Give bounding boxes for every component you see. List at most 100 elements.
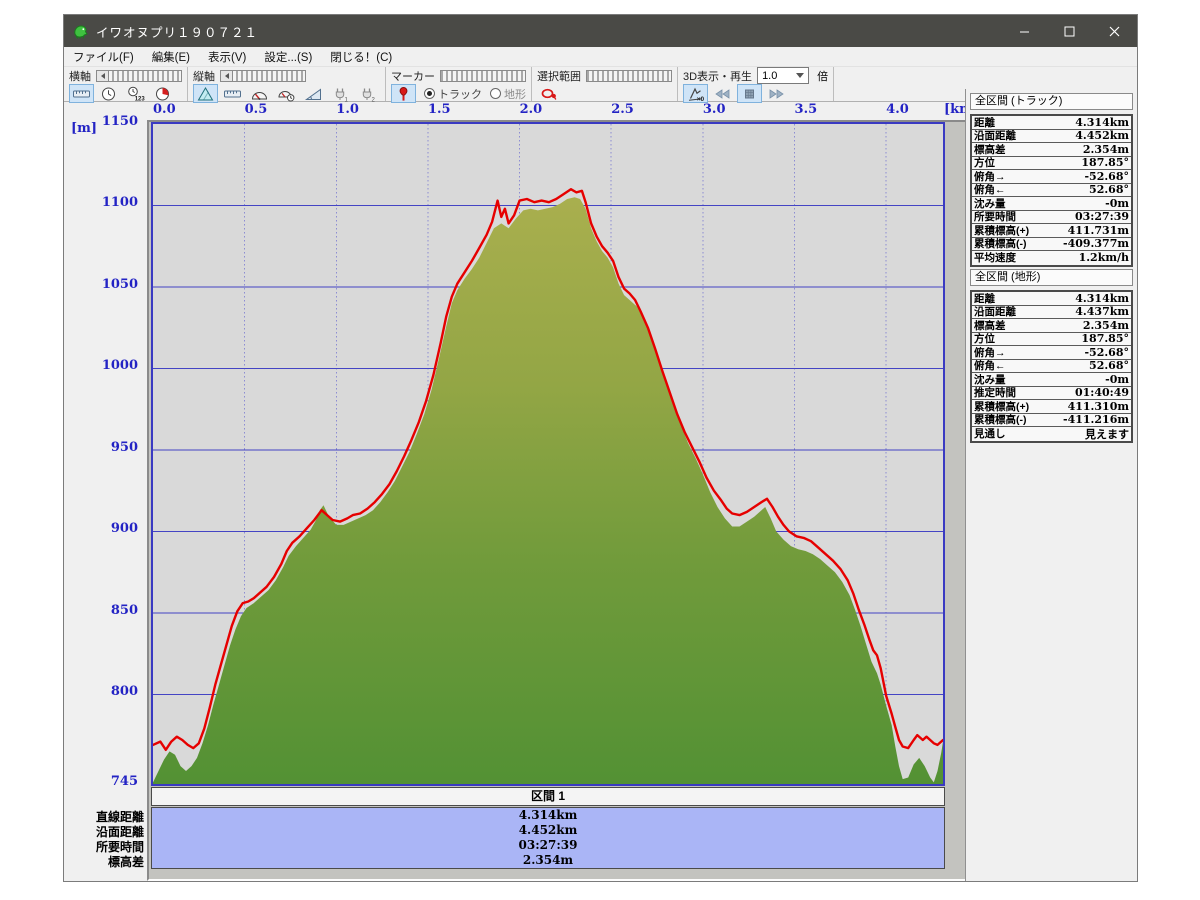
maximize-icon (1064, 26, 1075, 37)
horizontal-axis-slider-handle[interactable] (97, 71, 109, 81)
speed-zero-button[interactable]: ×0 (683, 84, 708, 103)
playback-speed-select[interactable]: 1.0 (757, 67, 809, 84)
stat-label: 沿面距離 (974, 130, 1016, 144)
section-row-label: 直線距離 (64, 808, 144, 823)
menu-file[interactable]: ファイル(F) (64, 47, 143, 66)
gauge-clock-button[interactable] (274, 84, 299, 103)
playback-label: 3D表示・再生 (683, 68, 752, 84)
elevation-plot[interactable] (151, 122, 945, 786)
stat-value: 見えます (1085, 427, 1129, 441)
stat-label: 俯角→ (974, 170, 1006, 184)
toolbar-group-horizontal-axis: 横軸123 (64, 67, 188, 101)
track-stat-row: 方位187.85° (972, 157, 1131, 171)
vertical-axis-slider-handle[interactable] (221, 71, 233, 81)
menu-close[interactable]: 閉じる！(C) (321, 47, 401, 66)
horizontal-axis-zoom-slider[interactable] (96, 70, 182, 82)
minimize-button[interactable] (1002, 15, 1047, 47)
stat-value: 4.437km (1075, 306, 1129, 319)
close-button[interactable] (1092, 15, 1137, 47)
stat-label: 累積標高(-) (974, 414, 1027, 428)
x-tick-label: 0.5 (245, 102, 268, 118)
y-tick-label: 1100 (64, 195, 138, 210)
stat-value: 4.314km (1075, 292, 1129, 305)
ruler-icon (223, 86, 242, 102)
radio-トラック[interactable]: トラック (424, 86, 482, 102)
stat-label: 俯角→ (974, 346, 1006, 360)
vertical-axis-zoom-slider[interactable] (220, 70, 306, 82)
track-stat-row: 累積標高(+)411.731m (972, 224, 1131, 238)
pie-timer-icon (153, 86, 172, 102)
stat-label: 累積標高(+) (974, 400, 1029, 414)
menu-view[interactable]: 表示(V) (199, 47, 255, 66)
lasso-button[interactable] (537, 84, 562, 103)
section-table: 4.314km4.452km03:27:392.354m (151, 807, 945, 869)
menu-settings[interactable]: 設定...(S) (255, 47, 321, 66)
pie-timer-button[interactable] (150, 84, 175, 103)
mountain-button[interactable] (193, 84, 218, 103)
terrain-stat-row: 沈み量-0m (972, 373, 1131, 387)
track-stat-row: 距離4.314km (972, 116, 1131, 130)
toolbar-group-vertical-axis: 縦軸12 (188, 67, 386, 101)
terrain-stat-row: 標高差 2.354m (972, 319, 1131, 333)
titlebar: イワオヌプリ１９０７２１ (64, 15, 1137, 47)
section-header: 区間 1 (151, 787, 945, 806)
stop-button[interactable] (737, 84, 762, 103)
track-stat-row: 累積標高(-)-409.377m (972, 238, 1131, 252)
rewind-icon (713, 86, 732, 102)
menu-edit[interactable]: 編集(E) (143, 47, 199, 66)
track-stats-table: 距離4.314km沿面距離4.452km標高差2.354m方位187.85°俯角… (970, 114, 1133, 267)
stat-label: 標高差 (974, 319, 1006, 333)
y-tick-label: 850 (64, 603, 138, 618)
marker-zoom-slider[interactable] (440, 70, 526, 82)
clock-123-button[interactable]: 123 (123, 84, 148, 103)
x-tick-label: 0.0 (153, 102, 176, 118)
plug-1-button[interactable]: 1 (328, 84, 353, 103)
playback-speed-value: 1.0 (758, 70, 796, 82)
terrain-stats-header: 全区間 (地形) (970, 269, 1133, 286)
stat-label: 方位 (974, 157, 995, 171)
marker-label: マーカー (391, 68, 435, 84)
y-tick-label: 900 (64, 521, 138, 536)
stat-value: 01:40:49 (1075, 387, 1129, 400)
slope-button[interactable] (301, 84, 326, 103)
play-button[interactable] (764, 84, 789, 103)
stat-value: 52.68° (1089, 184, 1129, 197)
selection-range-zoom-slider[interactable] (586, 70, 672, 82)
terrain-stat-row: 累積標高(-) -411.216m (972, 414, 1131, 428)
stat-value: -52.68° (1084, 346, 1129, 359)
stat-value: 03:27:39 (1075, 211, 1129, 224)
slider-arrow-icon (225, 73, 229, 79)
gauge-clock-icon (277, 86, 296, 102)
x-tick-label: 1.0 (336, 102, 359, 118)
stat-label: 累積標高(-) (974, 238, 1027, 252)
section-value: 4.314km (152, 808, 944, 823)
y-tick-label: 1150 (64, 114, 138, 129)
stat-value: -411.216m (1063, 414, 1129, 427)
stat-label: 俯角← (974, 360, 1006, 374)
section-row-label: 標高差 (64, 853, 144, 868)
stat-value: 52.68° (1089, 360, 1129, 373)
clock-123-icon: 123 (126, 86, 145, 102)
clock-button[interactable] (96, 84, 121, 103)
stat-value: 2.354m (1083, 319, 1129, 332)
y-tick-label: 1000 (64, 358, 138, 373)
stat-label: 距離 (974, 116, 995, 130)
stat-value: -52.68° (1084, 170, 1129, 183)
section-value: 4.452km (152, 823, 944, 838)
marker-pin-button[interactable] (391, 84, 416, 103)
plug-2-button[interactable]: 2 (355, 84, 380, 103)
stat-label: 沿面距離 (974, 306, 1016, 320)
stat-label: 推定時間 (974, 387, 1016, 401)
app-window: イワオヌプリ１９０７２１ ファイル(F) 編集(E) 表示(V) 設定...(S… (63, 14, 1138, 882)
radio-地形[interactable]: 地形 (490, 86, 526, 102)
maximize-button[interactable] (1047, 15, 1092, 47)
rewind-button[interactable] (710, 84, 735, 103)
stat-value: 4.452km (1075, 130, 1129, 143)
elevation-profile-svg[interactable] (153, 124, 943, 784)
minimize-icon (1019, 26, 1030, 37)
track-stat-row: 俯角←52.68° (972, 184, 1131, 198)
ruler-button[interactable] (220, 84, 245, 103)
ruler-button[interactable] (69, 84, 94, 103)
gauge-icon (250, 86, 269, 102)
gauge-button[interactable] (247, 84, 272, 103)
